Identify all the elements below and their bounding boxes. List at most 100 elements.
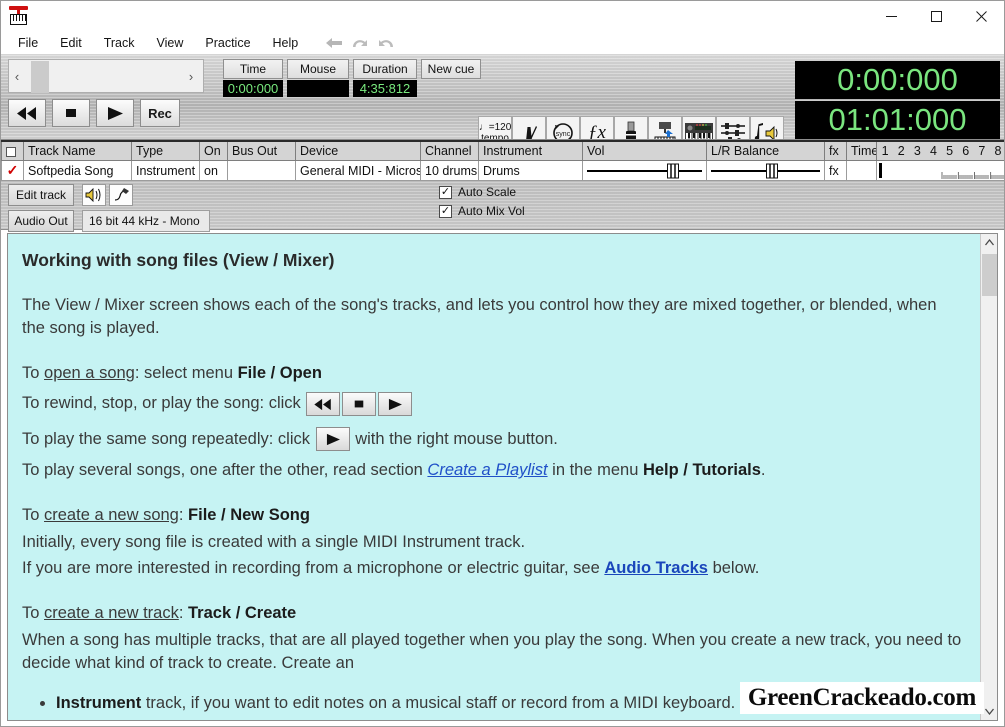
- vol-slider[interactable]: [582, 160, 707, 181]
- scroll-right-icon[interactable]: ›: [183, 69, 199, 84]
- create-a-playlist-link[interactable]: Create a Playlist: [427, 461, 547, 479]
- create-a-new-song-link[interactable]: create a new song: [44, 506, 179, 524]
- balance-slider[interactable]: [706, 160, 825, 181]
- col-track-name[interactable]: Track Name: [23, 140, 132, 161]
- col-device[interactable]: Device: [295, 140, 421, 161]
- inline-play-button-2[interactable]: [315, 427, 350, 452]
- inline-play-button[interactable]: [378, 392, 413, 417]
- inline-stop-button[interactable]: [342, 392, 377, 417]
- minimize-button[interactable]: [869, 1, 914, 31]
- tempo-button[interactable]: ♩=120 tempo: [478, 116, 512, 139]
- col-instrument[interactable]: Instrument: [478, 140, 583, 161]
- back-arrow-icon[interactable]: [323, 33, 345, 53]
- scroll-up-icon[interactable]: [981, 234, 998, 251]
- duration-button[interactable]: Duration: [353, 59, 417, 79]
- track-controls-strip: Edit track Audio Out 16 bit 44 kHz - Mon…: [1, 182, 1004, 232]
- repeat-pre: To play the same song repeatedly: click: [22, 429, 310, 448]
- col-time[interactable]: Time: [846, 140, 877, 161]
- bar-label-2: 2: [897, 144, 905, 158]
- col-channel[interactable]: Channel: [420, 140, 479, 161]
- edit-track-button[interactable]: Edit track: [8, 184, 74, 206]
- menu-view[interactable]: View: [146, 33, 195, 53]
- application-window: File Edit Track View Practice Help ‹ › R…: [0, 0, 1005, 727]
- speaker-icon[interactable]: [82, 184, 106, 206]
- cell-device[interactable]: General MIDI - Microso: [295, 160, 421, 181]
- auto-mix-vol-row[interactable]: ✓ Auto Mix Vol: [439, 204, 525, 218]
- menu-help[interactable]: Help: [262, 33, 310, 53]
- table-row[interactable]: ✓ Softpedia Song Instrument on General M…: [1, 160, 1004, 181]
- audio-jack-icon[interactable]: [614, 116, 648, 139]
- cell-channel[interactable]: 10 drums: [420, 160, 479, 181]
- vol-slider-knob[interactable]: [666, 163, 679, 178]
- maximize-button[interactable]: [914, 1, 959, 31]
- timeline-ruler-header[interactable]: 1 2 3 4 5 6 7 8: [876, 140, 1004, 161]
- redo-icon[interactable]: [375, 33, 397, 53]
- col-lr-balance[interactable]: L/R Balance: [706, 140, 825, 161]
- help-content: Working with song files (View / Mixer) T…: [8, 234, 980, 720]
- mouse-button[interactable]: Mouse: [287, 59, 349, 79]
- scroll-thumb[interactable]: [31, 61, 49, 93]
- audio-out-button[interactable]: Audio Out: [8, 210, 74, 232]
- close-button[interactable]: [959, 1, 1004, 31]
- auto-mix-vol-checkbox[interactable]: ✓: [439, 204, 452, 218]
- track-create-menu-text: Track / Create: [188, 604, 297, 623]
- menu-edit[interactable]: Edit: [49, 33, 93, 53]
- pen-tool-icon[interactable]: [109, 184, 133, 206]
- mixer-keyboard-icon[interactable]: [648, 116, 682, 139]
- cell-fx[interactable]: fx: [824, 160, 847, 181]
- track-timeline[interactable]: [876, 160, 1004, 181]
- col-bus-out[interactable]: Bus Out: [227, 140, 296, 161]
- record-button[interactable]: Rec: [140, 99, 180, 127]
- newsong-mid: :: [178, 505, 189, 524]
- note-speaker-icon[interactable]: [750, 116, 784, 139]
- col-on[interactable]: On: [199, 140, 228, 161]
- inline-rewind-button[interactable]: [306, 392, 341, 417]
- bullet-instrument-bold: Instrument: [56, 694, 142, 713]
- open-a-song-link[interactable]: open a song: [44, 364, 135, 382]
- play-button[interactable]: [96, 99, 134, 127]
- new-cue-button[interactable]: New cue: [421, 59, 481, 79]
- help-tutorials-menu-text: Help / Tutorials: [642, 461, 761, 480]
- menu-bar: File Edit Track View Practice Help: [1, 31, 1004, 55]
- fx-icon[interactable]: ƒx: [580, 116, 614, 139]
- song-position-scrollbar[interactable]: ‹ ›: [8, 59, 204, 93]
- metronome-icon[interactable]: [512, 116, 546, 139]
- help-title: Working with song files (View / Mixer): [22, 250, 335, 270]
- rewind-button[interactable]: [8, 99, 46, 127]
- open-mid: : select menu: [134, 363, 238, 382]
- help-scroll-thumb[interactable]: [982, 254, 997, 296]
- col-vol[interactable]: Vol: [582, 140, 707, 161]
- balance-slider-knob[interactable]: [765, 163, 778, 178]
- help-intro: The View / Mixer screen shows each of th…: [22, 296, 937, 337]
- cell-type[interactable]: Instrument: [131, 160, 200, 181]
- cell-time[interactable]: [846, 160, 877, 181]
- cell-instrument[interactable]: Drums: [478, 160, 583, 181]
- select-all-header[interactable]: [1, 140, 24, 161]
- row-selected-check[interactable]: ✓: [1, 160, 24, 181]
- cell-track-name[interactable]: Softpedia Song: [23, 160, 132, 181]
- auto-scale-checkbox[interactable]: ✓: [439, 185, 452, 199]
- menu-file[interactable]: File: [7, 33, 49, 53]
- cell-on[interactable]: on: [199, 160, 228, 181]
- sync-icon[interactable]: sync: [546, 116, 580, 139]
- audio-tracks-link[interactable]: Audio Tracks: [604, 559, 708, 577]
- time-button[interactable]: Time: [223, 59, 283, 79]
- menu-nav-group: [323, 33, 397, 53]
- mixer-sliders-icon[interactable]: [716, 116, 750, 139]
- auto-mix-vol-label: Auto Mix Vol: [458, 204, 525, 218]
- menu-practice[interactable]: Practice: [194, 33, 261, 53]
- scroll-left-icon[interactable]: ‹: [9, 69, 25, 84]
- track-table-header-row: Track Name Type On Bus Out Device Channe…: [1, 140, 1004, 161]
- help-new-song-line2: Initially, every song file is created wi…: [22, 532, 526, 551]
- menu-track[interactable]: Track: [93, 33, 146, 53]
- undo-icon[interactable]: [349, 33, 371, 53]
- help-scrollbar[interactable]: [980, 234, 997, 720]
- create-a-new-track-link[interactable]: create a new track: [44, 604, 179, 622]
- col-type[interactable]: Type: [131, 140, 200, 161]
- auto-scale-row[interactable]: ✓ Auto Scale: [439, 185, 516, 199]
- stop-button[interactable]: [52, 99, 90, 127]
- cell-bus-out[interactable]: [227, 160, 296, 181]
- midi-keyboard-icon[interactable]: [682, 116, 716, 139]
- duration-display: 4:35:812: [353, 80, 417, 97]
- col-fx[interactable]: fx: [824, 140, 847, 161]
